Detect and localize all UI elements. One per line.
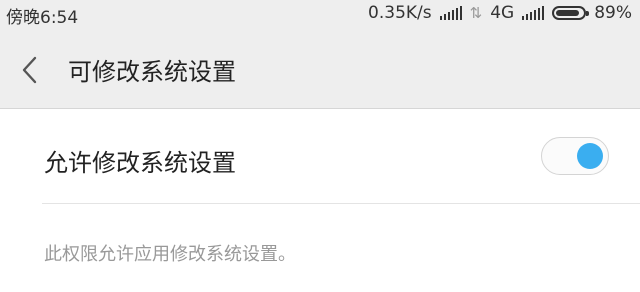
data-transfer-icon: ⇅ [469, 4, 483, 22]
status-bar: 傍晚6:54 0.35K/s ⇅ 4G 89% [0, 0, 640, 28]
title-bar: 可修改系统设置 [0, 28, 640, 109]
battery-percent: 89% [594, 3, 632, 23]
status-indicators: 0.35K/s ⇅ 4G 89% [368, 3, 632, 23]
cellular-signal-icon [522, 6, 545, 20]
chevron-left-icon [22, 56, 37, 84]
page-title: 可修改系统设置 [68, 58, 236, 86]
toggle-knob [577, 143, 603, 169]
signal-strength-icon [439, 6, 462, 20]
network-speed: 0.35K/s [368, 3, 432, 23]
battery-tip [586, 11, 590, 16]
divider [42, 203, 640, 204]
setting-label: 允许修改系统设置 [44, 149, 236, 177]
status-time: 傍晚6:54 [6, 8, 79, 28]
permission-description: 此权限允许应用修改系统设置。 [44, 244, 296, 265]
battery-icon [552, 6, 590, 20]
network-type: 4G [490, 3, 515, 23]
battery-fill [556, 10, 580, 16]
setting-row-modify-system-settings[interactable]: 允许修改系统设置 [0, 110, 640, 204]
back-button[interactable] [16, 52, 46, 88]
modify-system-settings-toggle[interactable] [541, 137, 609, 175]
